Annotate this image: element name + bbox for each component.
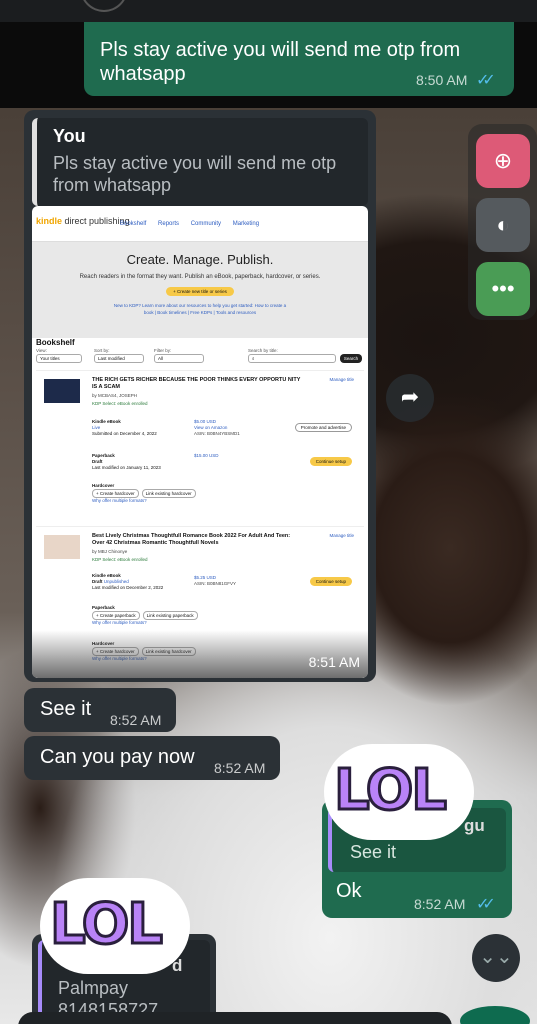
message-time: 8:52 AM [214, 760, 266, 776]
message-outgoing-otp[interactable]: Pls stay active you will send me otp fro… [84, 22, 514, 96]
contrast-button[interactable]: ◐ [476, 198, 530, 252]
kdp-nav-community: Community [190, 221, 222, 227]
message-text: See it [40, 698, 92, 720]
avatar[interactable] [80, 0, 128, 12]
read-receipt-icon: ✓✓ [476, 896, 496, 913]
kdp-nav-reports: Reports [158, 221, 180, 227]
book-author: by MCBAS4, JOSEPH [92, 393, 138, 398]
quote-text: Pls stay active you will send me otp fro… [53, 153, 337, 195]
message-time: 8:50 AM [416, 72, 468, 88]
manage-title-link: Manage title [329, 533, 354, 538]
book-cover [44, 379, 80, 403]
kdp-header: kindle direct publishing Bookshelf Repor… [32, 206, 368, 242]
quote-text: See it [350, 842, 397, 862]
message-text: Can you pay now [40, 746, 195, 768]
kdp-hero: Create. Manage. Publish. Reach readers i… [32, 242, 368, 338]
screenshot-image[interactable]: kindle direct publishing Bookshelf Repor… [32, 206, 368, 678]
forward-icon: ➦ [400, 384, 420, 409]
continue-setup-button: Continue setup [309, 577, 352, 586]
kdp-nav-bookshelf: Bookshelf [120, 221, 147, 227]
hardcover-section: Hardcover + Create hardcoverLink existin… [92, 483, 199, 504]
book-title: Best Lively Christmas Thoughtfull Romanc… [92, 533, 291, 546]
sticker-text: LOL [49, 891, 165, 959]
kdp-bookshelf-title: Bookshelf [36, 338, 75, 347]
zoom-in-icon: ⊕ [493, 148, 513, 173]
promote-button: Promote and advertise [294, 423, 352, 432]
kdp-logo: kindle direct publishing [36, 216, 130, 226]
search-input: ⌕ [248, 354, 336, 363]
filter-label: View: [36, 348, 47, 353]
kdp-book-row: THE RICH GETS RICHER BECAUSE THE POOR TH… [36, 370, 364, 522]
ebook-section: Kindle eBook Draft Unpublished Last modi… [92, 573, 164, 590]
ebook-section: Kindle eBook Live Submitted on December … [92, 419, 157, 436]
book-author: by MBJ Chinonye [92, 549, 128, 554]
book-title: THE RICH GETS RICHER BECAUSE THE POOR TH… [92, 377, 301, 390]
search-button: Search [340, 354, 362, 363]
filter-sort: Last modified [94, 354, 144, 363]
kdp-select-badge: KDP Select: eBook enrolled [92, 557, 148, 562]
read-receipt-icon: ✓✓ [476, 72, 496, 89]
filter-view: Your titles [36, 354, 82, 363]
ebook-details: $5.00 USD View on Amazon ASIN: B0BN4YBSM… [194, 419, 240, 436]
more-icon: ••• [491, 276, 515, 301]
paperback-price: $15.00 USD [194, 453, 219, 458]
message-time: 8:52 AM [414, 896, 466, 912]
filter-label: Sort by: [94, 348, 110, 353]
paperback-section: Paperback Draft Last modified on January… [92, 453, 161, 470]
kdp-filters: View: Your titles Sort by: Last modified… [36, 348, 366, 366]
message-incoming-see-it[interactable]: See it 8:52 AM [24, 688, 176, 732]
more-button[interactable]: ••• [476, 262, 530, 316]
book-cover [44, 535, 80, 559]
message-incoming-screenshot[interactable]: You Pls stay active you will send me otp… [24, 110, 376, 682]
message-incoming-pay[interactable]: Can you pay now 8:52 AM [24, 736, 280, 780]
filter-label: Search by title: [248, 348, 278, 353]
quote-text: Palmpay [58, 978, 129, 998]
scroll-down-button[interactable]: ⌄⌄ [472, 934, 520, 982]
kdp-hero-subtitle: Reach readers in the format they want. P… [79, 274, 321, 280]
kdp-nav: Bookshelf Reports Community Marketing [120, 221, 269, 227]
kdp-hero-title: Create. Manage. Publish. [126, 252, 274, 267]
kdp-create-button: + Create new title or series [166, 287, 234, 296]
sticker-text: LOL [333, 757, 449, 825]
quoted-reply[interactable]: You Pls stay active you will send me otp… [32, 118, 368, 206]
manage-title-link: Manage title [329, 377, 354, 382]
continue-setup-button: Continue setup [309, 457, 352, 466]
message-text: Ok [336, 880, 362, 902]
double-chevron-down-icon: ⌄⌄ [479, 946, 513, 968]
quote-sender: You [53, 126, 86, 146]
message-input[interactable] [18, 1012, 452, 1024]
message-time: 8:52 AM [110, 712, 162, 728]
lol-sticker[interactable]: LOL [324, 744, 474, 844]
message-time: 8:51 AM [308, 654, 360, 670]
lol-sticker[interactable]: LOL [40, 878, 190, 978]
ebook-details: $5.25 USD ASIN: B0BN81GFVY [194, 575, 237, 586]
paperback-section: Paperback + Create paperback Link existin… [92, 605, 201, 626]
filter-label: Filter by: [154, 348, 172, 353]
forward-button[interactable]: ➦ [386, 374, 434, 422]
contrast-icon: ◐ [496, 212, 510, 237]
kdp-hero-links: New to KDP? Learn more about our resourc… [113, 303, 287, 315]
kdp-select-badge: KDP Select: eBook enrolled [92, 401, 148, 406]
kdp-nav-marketing: Marketing [232, 221, 260, 227]
top-bar [0, 0, 537, 22]
filter-by: All [154, 354, 204, 363]
zoom-in-button[interactable]: ⊕ [476, 134, 530, 188]
